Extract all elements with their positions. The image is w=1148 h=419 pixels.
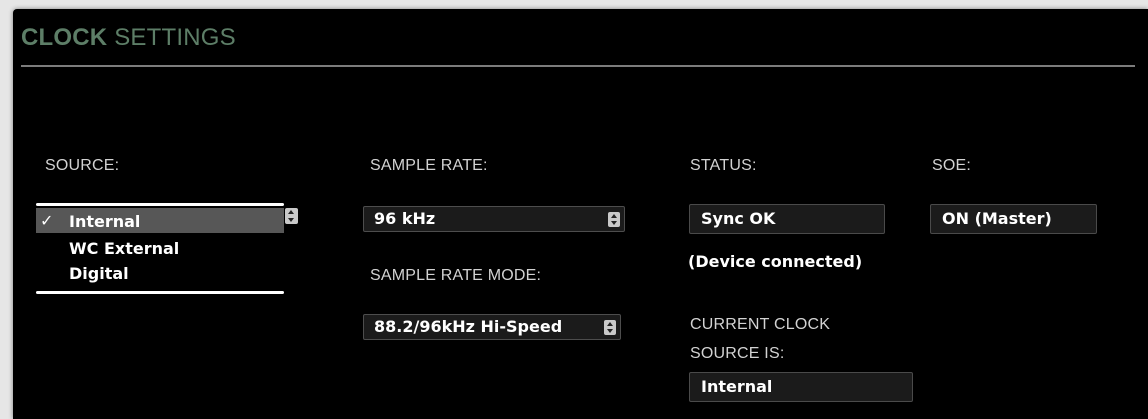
sample-rate-value: 96 kHz [374, 209, 436, 228]
soe-field: ON (Master) [930, 204, 1097, 234]
sample-rate-mode-select[interactable]: 88.2/96kHz Hi-Speed [363, 314, 621, 340]
panel-title-strong: CLOCK [21, 24, 108, 51]
soe-label: SOE: [932, 157, 972, 174]
sample-rate-mode-label: SAMPLE RATE MODE: [370, 267, 542, 284]
source-option-internal[interactable]: Internal [69, 212, 140, 231]
select-arrows-icon [604, 320, 616, 335]
sample-rate-label: SAMPLE RATE: [370, 157, 488, 174]
source-menu-top-edge [36, 203, 284, 206]
panel-title: CLOCK SETTINGS [21, 24, 236, 52]
select-arrows-icon [608, 212, 620, 227]
status-note: (Device connected) [688, 252, 863, 271]
panel-title-light: SETTINGS [107, 24, 236, 51]
source-menu-bottom-edge [36, 291, 284, 294]
current-clock-source-label: CURRENT CLOCK SOURCE IS: [690, 310, 830, 368]
status-label: STATUS: [690, 157, 757, 174]
sample-rate-select[interactable]: 96 kHz [363, 206, 625, 232]
sample-rate-mode-value: 88.2/96kHz Hi-Speed [374, 317, 563, 336]
source-option-digital[interactable]: Digital [69, 264, 129, 283]
source-label: SOURCE: [45, 157, 120, 174]
title-divider [21, 65, 1135, 67]
checkmark-icon: ✓ [40, 211, 54, 230]
status-field: Sync OK [689, 204, 885, 234]
current-clock-source-label-line2: SOURCE IS: [690, 345, 785, 362]
source-stepper-arrows-icon[interactable] [285, 208, 298, 224]
current-clock-source-field: Internal [689, 372, 913, 402]
current-clock-source-label-line1: CURRENT CLOCK [690, 316, 831, 333]
source-option-wc-external[interactable]: WC External [69, 239, 179, 258]
